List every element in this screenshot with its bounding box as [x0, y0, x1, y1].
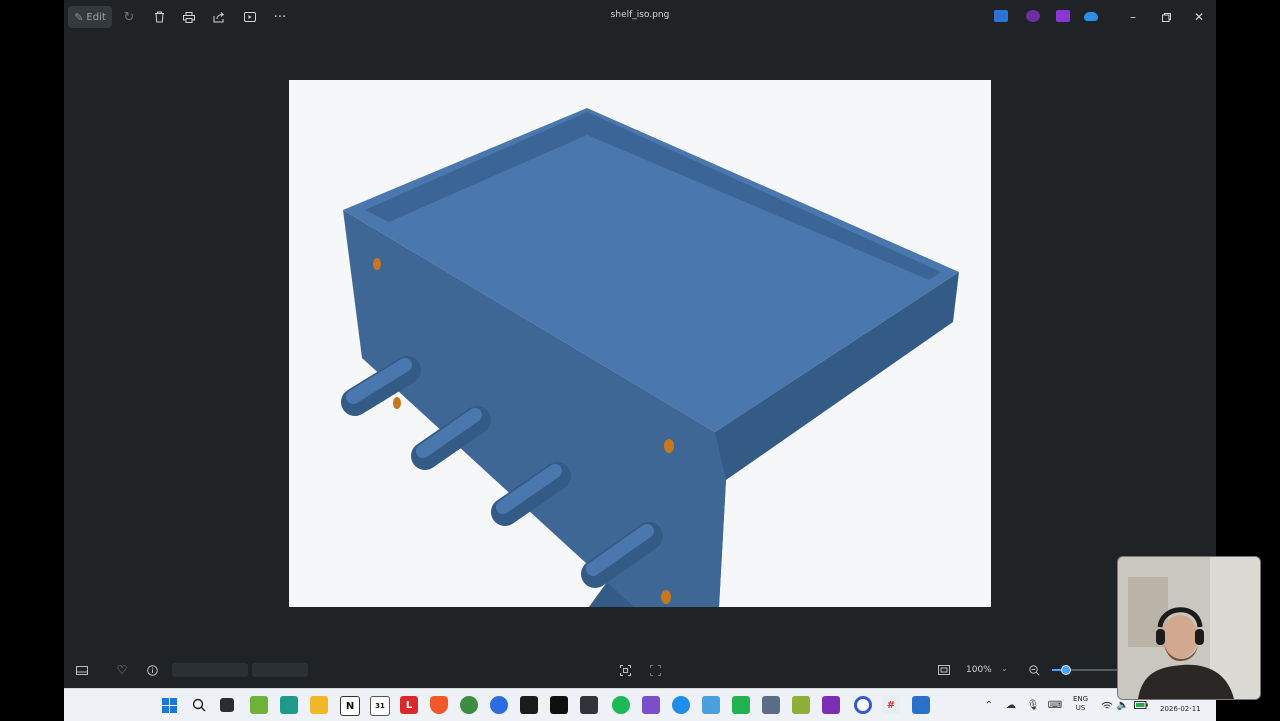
wifi-icon-shape	[1101, 701, 1113, 709]
caption-pill[interactable]	[252, 663, 308, 677]
chrome-icon[interactable]	[460, 696, 478, 714]
hole	[661, 590, 671, 604]
shelf-render	[289, 80, 991, 607]
filmstrip-icon[interactable]	[72, 660, 92, 680]
slack-icon[interactable]: #	[882, 696, 900, 714]
zoom-level[interactable]: 100%	[966, 665, 992, 675]
people-tag-pill[interactable]	[172, 663, 248, 677]
chevron-down-icon[interactable]: ⌄	[1001, 664, 1008, 673]
language-indicator[interactable]: ENG US	[1073, 695, 1088, 713]
search-icon[interactable]	[190, 696, 208, 714]
calendar-icon[interactable]: 31	[370, 696, 390, 716]
zoom-out-icon-shape	[1028, 664, 1040, 676]
microphone-icon[interactable]: 🎙	[1026, 698, 1040, 712]
chrome-profile-icon[interactable]	[490, 696, 508, 714]
video-editor-icon[interactable]	[1056, 10, 1070, 22]
powershell-icon[interactable]	[520, 696, 538, 714]
file-explorer-icon[interactable]	[310, 696, 328, 714]
keyboard-tray-icon[interactable]: ⌨	[1048, 698, 1062, 712]
onedrive-icon[interactable]	[1084, 12, 1098, 21]
visual-studio-icon[interactable]	[642, 696, 660, 714]
pycharm-icon[interactable]	[732, 696, 750, 714]
filmstrip-icon-shape	[76, 665, 88, 675]
media-app-icon[interactable]	[822, 696, 840, 714]
title-bar: ✎ Edit ↻ ··· shelf_iso.png – ✕	[64, 0, 1216, 34]
windows-taskbar: N 31 L # ⌃ ☁ 🎙 ⌨ ENG US 🔈 2026-02-11	[64, 688, 1216, 721]
spotify-icon[interactable]	[612, 696, 630, 714]
favorite-heart-icon[interactable]: ♡	[112, 660, 132, 680]
close-icon[interactable]: ✕	[1185, 6, 1213, 28]
battery-icon[interactable]	[1134, 698, 1148, 712]
crop-view-icon[interactable]	[645, 660, 665, 680]
search-icon-shape	[192, 698, 206, 712]
bottom-bar: ♡ 100% ⌄	[64, 655, 1216, 685]
zoom-out-icon[interactable]	[1024, 660, 1044, 680]
restore-icon-shape	[1161, 12, 1171, 22]
hole	[393, 397, 401, 409]
taskbar-date[interactable]: 2026-02-11	[1160, 705, 1201, 713]
info-icon-shape	[146, 664, 158, 676]
battery-icon-shape	[1134, 701, 1148, 709]
info-icon[interactable]	[142, 660, 162, 680]
volume-icon[interactable]: 🔈	[1116, 698, 1130, 712]
cloud-tray-icon[interactable]: ☁	[1004, 698, 1018, 712]
hole	[373, 258, 381, 270]
windows-logo-shape	[161, 697, 177, 713]
network-app-icon[interactable]	[762, 696, 780, 714]
webcam-overlay	[1117, 556, 1261, 700]
restore-icon[interactable]	[1152, 6, 1180, 28]
notion-icon[interactable]: N	[340, 696, 360, 716]
brave-browser-icon[interactable]	[430, 696, 448, 714]
clipchamp-icon[interactable]	[1026, 10, 1040, 22]
minimize-icon[interactable]: –	[1119, 6, 1147, 28]
photos-app-window: ✎ Edit ↻ ··· shelf_iso.png – ✕ ♡ 100% ⌄	[64, 0, 1216, 688]
notepad-plus-icon[interactable]	[250, 696, 268, 714]
ring-app-icon[interactable]	[854, 696, 872, 714]
crop-view-icon-shape	[649, 664, 661, 676]
photos-app-icon[interactable]	[912, 696, 930, 714]
webcam-person	[1118, 557, 1260, 699]
task-view-icon[interactable]	[220, 698, 234, 712]
console-icon[interactable]	[580, 696, 598, 714]
hole	[664, 439, 674, 453]
image-canvas[interactable]	[289, 80, 991, 607]
region-code: US	[1075, 704, 1086, 712]
actual-size-icon[interactable]	[934, 660, 954, 680]
terminal-icon[interactable]	[550, 696, 568, 714]
libreoffice-icon[interactable]: L	[400, 696, 418, 714]
editor-app-icon[interactable]	[994, 10, 1008, 22]
utility-app-icon[interactable]	[792, 696, 810, 714]
language-code: ENG	[1073, 695, 1089, 703]
wifi-icon[interactable]	[1100, 698, 1114, 712]
tray-chevron-up-icon[interactable]: ⌃	[982, 698, 996, 712]
fit-screen-icon[interactable]	[615, 660, 635, 680]
fit-screen-icon-shape	[619, 664, 631, 676]
actual-size-icon-shape	[938, 665, 950, 675]
window-title: shelf_iso.png	[610, 10, 670, 20]
browser-blue-icon[interactable]	[672, 696, 690, 714]
windows-start-icon[interactable]	[160, 696, 178, 714]
edge-browser-icon[interactable]	[280, 696, 298, 714]
zoom-slider-thumb[interactable]	[1061, 665, 1072, 675]
snipping-tool-icon[interactable]	[702, 696, 720, 714]
